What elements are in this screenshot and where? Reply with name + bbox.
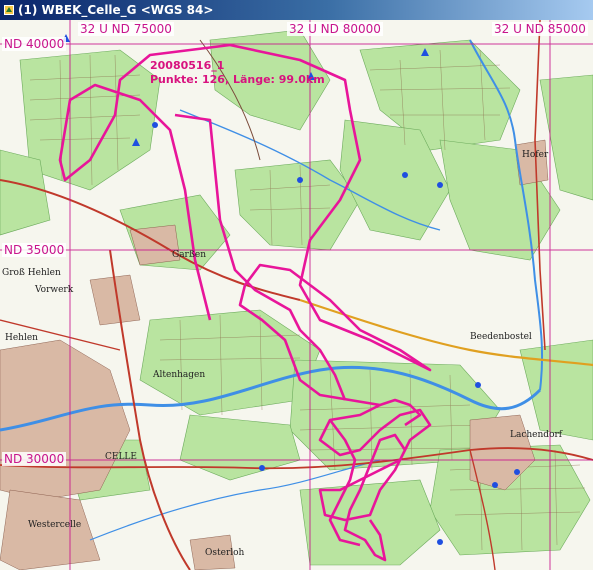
place-label-beedenbostel: Beedenbostel (470, 332, 532, 342)
grid-label-easting-2: 32 U ND 80000 (287, 22, 383, 36)
place-label-westercelle: Westercelle (28, 520, 82, 530)
waypoint-marker[interactable] (259, 465, 265, 471)
window-title: (1) WBEK_Celle_G <WGS 84> (18, 3, 214, 17)
place-label-garssen: Garßen (172, 250, 206, 260)
topographic-map[interactable] (0, 20, 593, 570)
window-title-bar[interactable]: (1) WBEK_Celle_G <WGS 84> (0, 0, 593, 20)
track-name: 20080516_1 (150, 59, 225, 72)
grid-label-easting-1: 32 U ND 75000 (78, 22, 174, 36)
waypoint-marker[interactable] (437, 539, 443, 545)
waypoint-marker[interactable] (152, 122, 158, 128)
map-window-icon (4, 5, 14, 15)
place-label-gross-hehlen: Groß Hehlen (2, 268, 61, 278)
place-label-hofer: Hofer (522, 150, 549, 160)
waypoint-marker[interactable] (437, 182, 443, 188)
place-label-lachendorf: Lachendorf (510, 430, 563, 440)
place-label-celle: CELLE (105, 452, 137, 462)
grid-label-northing-3: ND 30000 (2, 452, 67, 466)
waypoint-marker[interactable] (402, 172, 408, 178)
grid-label-northing-2: ND 35000 (2, 243, 67, 257)
map-window: (1) WBEK_Celle_G <WGS 84> 32 U ND 75000 … (0, 0, 593, 570)
place-label-hehlen: Hehlen (5, 333, 38, 343)
grid-label-northing-1: ND 40000 (2, 37, 67, 51)
place-label-altenhagen: Altenhagen (153, 370, 206, 380)
place-label-vorwerk: Vorwerk (35, 285, 74, 295)
waypoint-marker[interactable] (475, 382, 481, 388)
grid-label-easting-3: 32 U ND 85000 (492, 22, 588, 36)
waypoint-marker[interactable] (297, 177, 303, 183)
track-info-label[interactable]: 20080516_1 Punkte: 126, Länge: 99.0km (150, 59, 325, 87)
track-stats: Punkte: 126, Länge: 99.0km (150, 73, 325, 86)
waypoint-marker[interactable] (492, 482, 498, 488)
place-label-osterloh: Osterloh (205, 548, 245, 558)
waypoint-marker[interactable] (514, 469, 520, 475)
